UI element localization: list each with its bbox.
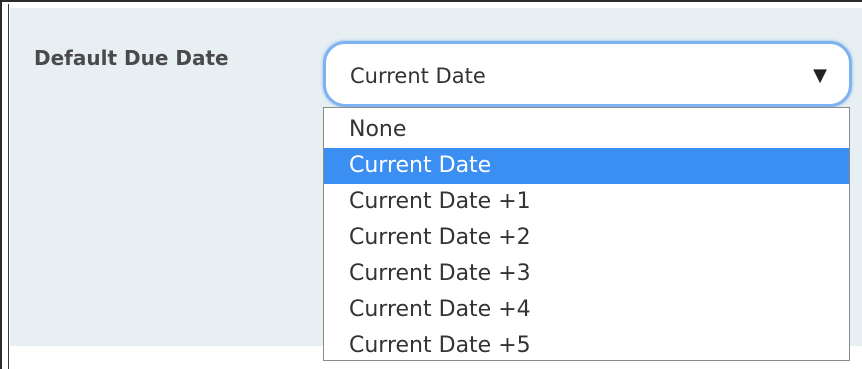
option-current-date-plus-1[interactable]: Current Date +1: [324, 184, 849, 220]
default-due-date-label: Default Due Date: [34, 46, 229, 70]
frame-divider: [8, 4, 9, 369]
default-due-date-select[interactable]: Current Date ▼: [323, 41, 852, 107]
option-none[interactable]: None: [324, 112, 849, 148]
option-current-date-plus-4[interactable]: Current Date +4: [324, 292, 849, 328]
option-current-date-plus-2[interactable]: Current Date +2: [324, 220, 849, 256]
option-current-date[interactable]: Current Date: [324, 148, 849, 184]
dropdown-options-list[interactable]: None Current Date Current Date +1 Curren…: [323, 107, 850, 361]
window-frame: Default Due Date Current Date ▼ None Cur…: [0, 0, 862, 369]
option-current-date-plus-3[interactable]: Current Date +3: [324, 256, 849, 292]
triangle-down-icon[interactable]: ▼: [813, 64, 827, 88]
select-current-value: Current Date: [350, 64, 486, 88]
option-current-date-plus-5[interactable]: Current Date +5: [324, 328, 849, 364]
